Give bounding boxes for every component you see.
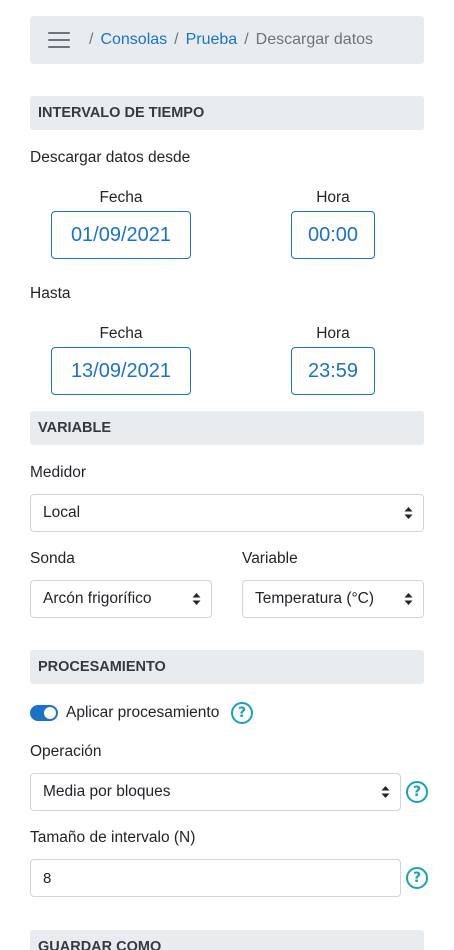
sort-caret-icon <box>192 592 201 606</box>
to-label: Hasta <box>30 285 71 302</box>
probe-select[interactable]: Arcón frigorífico <box>30 580 212 618</box>
interval-size-input[interactable]: 8 <box>30 859 401 897</box>
section-header-time: INTERVALO DE TIEMPO <box>30 96 424 130</box>
variable-select-value: Temperatura (°C) <box>255 590 375 607</box>
help-icon[interactable]: ? <box>231 702 253 724</box>
from-date-field[interactable]: 01/09/2021 <box>51 211 191 259</box>
variable-select[interactable]: Temperatura (°C) <box>242 580 424 618</box>
meter-select[interactable]: Local <box>30 494 424 532</box>
sort-caret-icon <box>404 592 413 606</box>
from-time-field[interactable]: 00:00 <box>291 211 375 259</box>
breadcrumb-separator: / <box>89 31 94 48</box>
menu-icon[interactable] <box>48 32 70 48</box>
from-date-label: Fecha <box>99 189 143 206</box>
probe-label: Sonda <box>30 550 75 567</box>
meter-select-value: Local <box>43 504 81 521</box>
variable-label: Variable <box>242 550 298 567</box>
apply-processing-label: Aplicar procesamiento <box>66 704 220 721</box>
to-time-field[interactable]: 23:59 <box>291 347 375 395</box>
operation-label: Operación <box>30 743 102 760</box>
section-header-variable: VARIABLE <box>30 411 424 445</box>
sort-caret-icon <box>404 506 413 520</box>
breadcrumb-link-prueba[interactable]: Prueba <box>186 31 238 49</box>
probe-select-value: Arcón frigorífico <box>43 590 152 607</box>
apply-processing-toggle[interactable] <box>30 705 58 721</box>
help-icon[interactable]: ? <box>406 867 428 889</box>
breadcrumb: / Consolas / Prueba / Descargar datos <box>30 16 424 64</box>
breadcrumb-link-consolas[interactable]: Consolas <box>100 31 167 49</box>
breadcrumb-separator: / <box>244 31 249 48</box>
section-header-processing: PROCESAMIENTO <box>30 650 424 684</box>
breadcrumb-current: Descargar datos <box>255 31 374 48</box>
operation-select[interactable]: Media por bloques <box>30 773 401 811</box>
from-time-label: Hora <box>316 189 350 206</box>
help-icon[interactable]: ? <box>406 781 428 803</box>
breadcrumb-separator: / <box>174 31 179 48</box>
interval-label: Tamaño de intervalo (N) <box>30 829 196 846</box>
to-date-field[interactable]: 13/09/2021 <box>51 347 191 395</box>
operation-select-value: Media por bloques <box>43 783 171 800</box>
section-header-save: GUARDAR COMO <box>30 930 424 950</box>
to-date-label: Fecha <box>99 325 143 342</box>
meter-label: Medidor <box>30 464 86 481</box>
from-label: Descargar datos desde <box>30 149 191 166</box>
to-time-label: Hora <box>316 325 350 342</box>
sort-caret-icon <box>381 785 390 799</box>
